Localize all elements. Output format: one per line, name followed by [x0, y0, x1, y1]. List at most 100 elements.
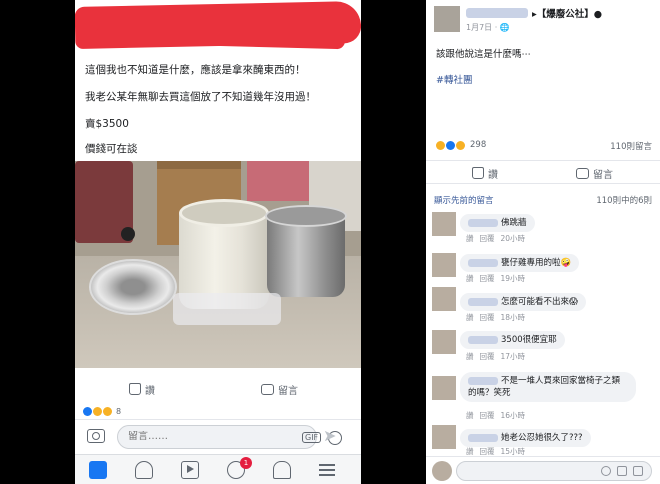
comment-reply-link[interactable]: 回覆 [480, 274, 495, 283]
watch-tab-icon[interactable] [181, 461, 199, 479]
wow-reaction-icon [103, 407, 112, 416]
comment-input-box[interactable] [456, 461, 652, 481]
gif-icon[interactable] [633, 466, 643, 476]
comment-text: 佛跳牆 [501, 218, 527, 228]
comment-time: 16小時 [500, 411, 526, 420]
previous-comments-count: 110則中的6則 [596, 196, 652, 206]
commenter-name-redacted[interactable] [468, 335, 498, 344]
show-previous-comments-link[interactable]: 顯示先前的留言 [434, 194, 494, 206]
post-text-line: 我老公某年無聊去買這個放了不知道幾年沒用過！ [85, 91, 316, 103]
comment-like-link[interactable]: 讚 [466, 352, 474, 361]
comment-text: 她老公忍她很久了??? [501, 433, 583, 443]
comment-reply-link[interactable]: 回覆 [480, 447, 495, 456]
comment-bubble: 佛跳牆 [460, 214, 535, 232]
emoji-icon[interactable] [601, 466, 611, 476]
photo-steel-bowl [89, 259, 177, 315]
comment-icon [261, 383, 274, 395]
comment-text: 3500很便宜耶 [501, 335, 557, 345]
marketplace-post-panel: 這個我也不知道是什麼，應該是拿來醃東西的！ 我老公某年無聊去買這個放了不知道幾年… [75, 0, 361, 484]
comment-like-link[interactable]: 讚 [466, 234, 474, 243]
comment-reply-link[interactable]: 回覆 [480, 352, 495, 361]
comment-bubble: 怎麼可能看不出來😱 [460, 293, 586, 311]
post-photo[interactable] [75, 161, 361, 368]
post-actions: 讚 留言 [426, 160, 660, 184]
comment-like-link[interactable]: 讚 [466, 447, 474, 456]
comment-time: 15小時 [500, 447, 526, 456]
post-date[interactable]: 1月7日 · 🌐 [466, 22, 510, 33]
comment-time: 19小時 [500, 274, 526, 283]
post-text-line: 這個我也不知道是什麼，應該是拿來醃東西的！ [85, 64, 306, 76]
home-tab-icon[interactable] [89, 461, 107, 479]
comment-button[interactable]: 留言 [261, 377, 298, 401]
comment-text: 甕仔雞專用的啦🤪 [501, 258, 572, 268]
commenter-avatar[interactable] [432, 287, 456, 311]
comment-label: 留言 [593, 169, 613, 181]
send-icon[interactable]: ➤ [323, 427, 336, 445]
commenter-avatar[interactable] [432, 212, 456, 236]
comment-input[interactable] [128, 431, 248, 442]
group-post-panel: ▸【爆廢公社】● 1月7日 · 🌐 該跟他說這是什麼嗎⋯ #轉社團 298 11… [426, 0, 660, 484]
post-body: 該跟他說這是什麼嗎⋯ [436, 49, 532, 60]
photo-steel-pot-rim [265, 205, 347, 227]
comment-input-box[interactable]: GIF [117, 425, 342, 449]
comment-meta: 讚回覆 16小時 [466, 410, 531, 421]
screenshot-composite: 這個我也不知道是什麼，應該是拿來醃東西的！ 我老公某年無聊去買這個放了不知道幾年… [0, 0, 660, 484]
reaction-count: 298 [470, 140, 487, 150]
commenter-avatar[interactable] [432, 425, 456, 449]
poster-avatar[interactable] [434, 6, 460, 32]
comment-bubble: 甕仔雞專用的啦🤪 [460, 254, 580, 272]
camera-icon[interactable] [617, 466, 627, 476]
group-name[interactable]: ▸【爆廢公社】● [532, 6, 602, 20]
comment-meta: 讚回覆 20小時 [466, 233, 531, 244]
comment-time: 18小時 [500, 313, 526, 322]
bell-tab-icon[interactable] [273, 461, 291, 479]
commenter-name-redacted[interactable] [468, 376, 498, 385]
like-button[interactable]: 讚 [129, 377, 155, 401]
commenter-name-redacted[interactable] [468, 258, 498, 267]
comment-like-link[interactable]: 讚 [466, 274, 474, 283]
thumbs-up-icon [129, 383, 141, 395]
gif-icon[interactable]: GIF [302, 432, 322, 443]
haha-reaction-icon [93, 407, 102, 416]
comment-bubble: 3500很便宜耶 [460, 331, 565, 349]
comment-reply-link[interactable]: 回覆 [480, 234, 495, 243]
post-text-line: 價錢可在談 [85, 143, 138, 155]
poster-name-redacted[interactable] [466, 8, 528, 18]
comment-count[interactable]: 110則留言 [610, 140, 652, 152]
comment-reply-link[interactable]: 回覆 [480, 313, 495, 322]
menu-tab-icon[interactable] [319, 461, 337, 479]
reaction-summary[interactable]: 8 [83, 407, 121, 416]
commenter-name-redacted[interactable] [468, 297, 498, 306]
like-label: 讚 [145, 385, 155, 397]
comment-time: 17小時 [500, 352, 526, 361]
camera-icon[interactable] [87, 429, 105, 443]
viewer-avatar [432, 461, 452, 481]
comment-button[interactable]: 留言 [576, 161, 613, 185]
bottom-tab-bar: 1 [75, 454, 361, 484]
like-button[interactable]: 讚 [472, 161, 498, 185]
comment-label: 留言 [278, 385, 298, 397]
comment-text: 怎麼可能看不出來😱 [501, 297, 578, 307]
commenter-avatar[interactable] [432, 376, 456, 400]
like-reaction-icon [446, 140, 455, 150]
thumbs-up-icon [472, 167, 484, 179]
comment-bubble: 不是一堆人買來回家當椅子之類的嗎？笑死 [460, 372, 636, 402]
commenter-avatar[interactable] [432, 330, 456, 354]
comment-like-link[interactable]: 讚 [466, 313, 474, 322]
commenter-avatar[interactable] [432, 253, 456, 277]
friends-tab-icon[interactable] [135, 461, 153, 479]
photo-ceramic-tub-rim [179, 199, 269, 227]
photo-luggage-wheel [121, 227, 135, 241]
comment-composer [426, 456, 660, 484]
comment-like-link[interactable]: 讚 [466, 411, 474, 420]
commenter-name-redacted[interactable] [468, 218, 498, 227]
comment-meta: 讚回覆 18小時 [466, 312, 531, 323]
hashtag-link[interactable]: #轉社團 [436, 72, 472, 86]
reaction-summary[interactable]: 298 [436, 140, 486, 150]
comment-bubble: 她老公忍她很久了??? [460, 429, 591, 447]
post-price: 賣$3500 [85, 118, 129, 130]
wow-reaction-icon [456, 140, 465, 150]
comment-icon [576, 167, 589, 179]
comment-reply-link[interactable]: 回覆 [480, 411, 495, 420]
commenter-name-redacted[interactable] [468, 433, 498, 442]
